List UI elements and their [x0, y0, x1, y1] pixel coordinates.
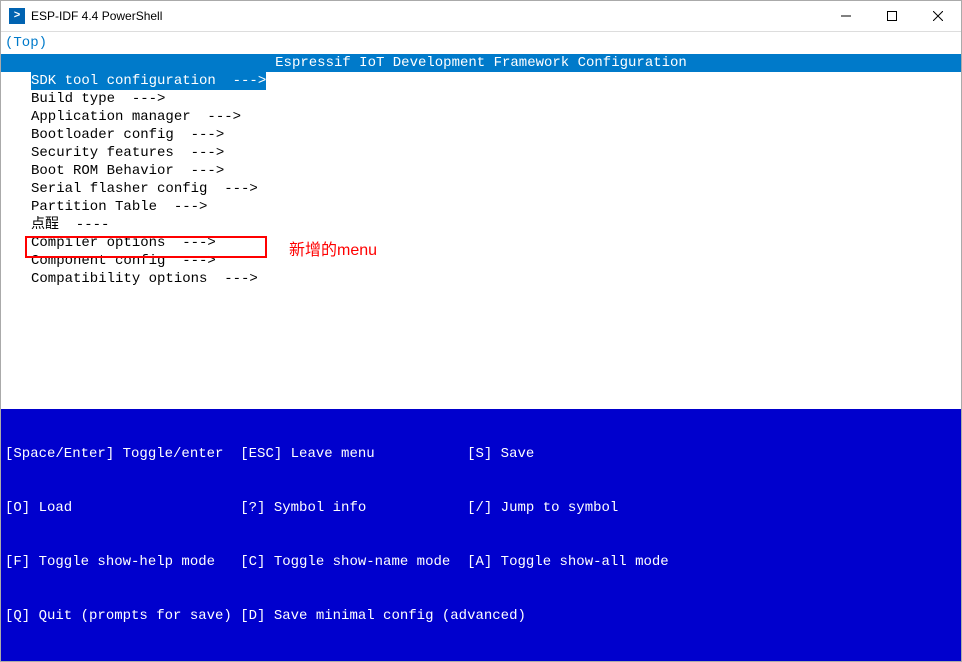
minimize-button[interactable] [823, 1, 869, 31]
window-controls [823, 1, 961, 31]
breadcrumb: (Top) [1, 32, 961, 54]
help-line-1: [Space/Enter] Toggle/enter [ESC] Leave m… [1, 445, 961, 463]
close-button[interactable] [915, 1, 961, 31]
window-title: ESP-IDF 4.4 PowerShell [31, 9, 823, 23]
config-header: Espressif IoT Development Framework Conf… [1, 54, 961, 72]
powershell-icon [9, 8, 25, 24]
help-line-2: [O] Load [?] Symbol info [/] Jump to sym… [1, 499, 961, 517]
help-line-4: [Q] Quit (prompts for save) [D] Save min… [1, 607, 961, 625]
window: ESP-IDF 4.4 PowerShell (Top) Espressif I… [0, 0, 962, 662]
menu-item-serial-flasher[interactable]: Serial flasher config ---> [31, 180, 961, 198]
menu-list: SDK tool configuration ---> Build type -… [1, 72, 961, 288]
help-line-3: [F] Toggle show-help mode [C] Toggle sho… [1, 553, 961, 571]
maximize-button[interactable] [869, 1, 915, 31]
terminal-area[interactable]: (Top) Espressif IoT Development Framewor… [1, 32, 961, 661]
menu-item-compiler[interactable]: Compiler options ---> [31, 234, 961, 252]
titlebar: ESP-IDF 4.4 PowerShell [1, 1, 961, 32]
menu-item-bootloader[interactable]: Bootloader config ---> [31, 126, 961, 144]
menu-item-compat[interactable]: Compatibility options ---> [31, 270, 961, 288]
menu-item-component[interactable]: Component config ---> [31, 252, 961, 270]
menu-item-security[interactable]: Security features ---> [31, 144, 961, 162]
menu-item-sdk-tool[interactable]: SDK tool configuration ---> [31, 72, 266, 90]
menu-item-custom[interactable]: 点酲 ---- [31, 216, 961, 234]
menu-item-build-type[interactable]: Build type ---> [31, 90, 961, 108]
menu-item-boot-rom[interactable]: Boot ROM Behavior ---> [31, 162, 961, 180]
menu-item-partition[interactable]: Partition Table ---> [31, 198, 961, 216]
help-bar: [Space/Enter] Toggle/enter [ESC] Leave m… [1, 409, 961, 661]
menu-item-app-manager[interactable]: Application manager ---> [31, 108, 961, 126]
